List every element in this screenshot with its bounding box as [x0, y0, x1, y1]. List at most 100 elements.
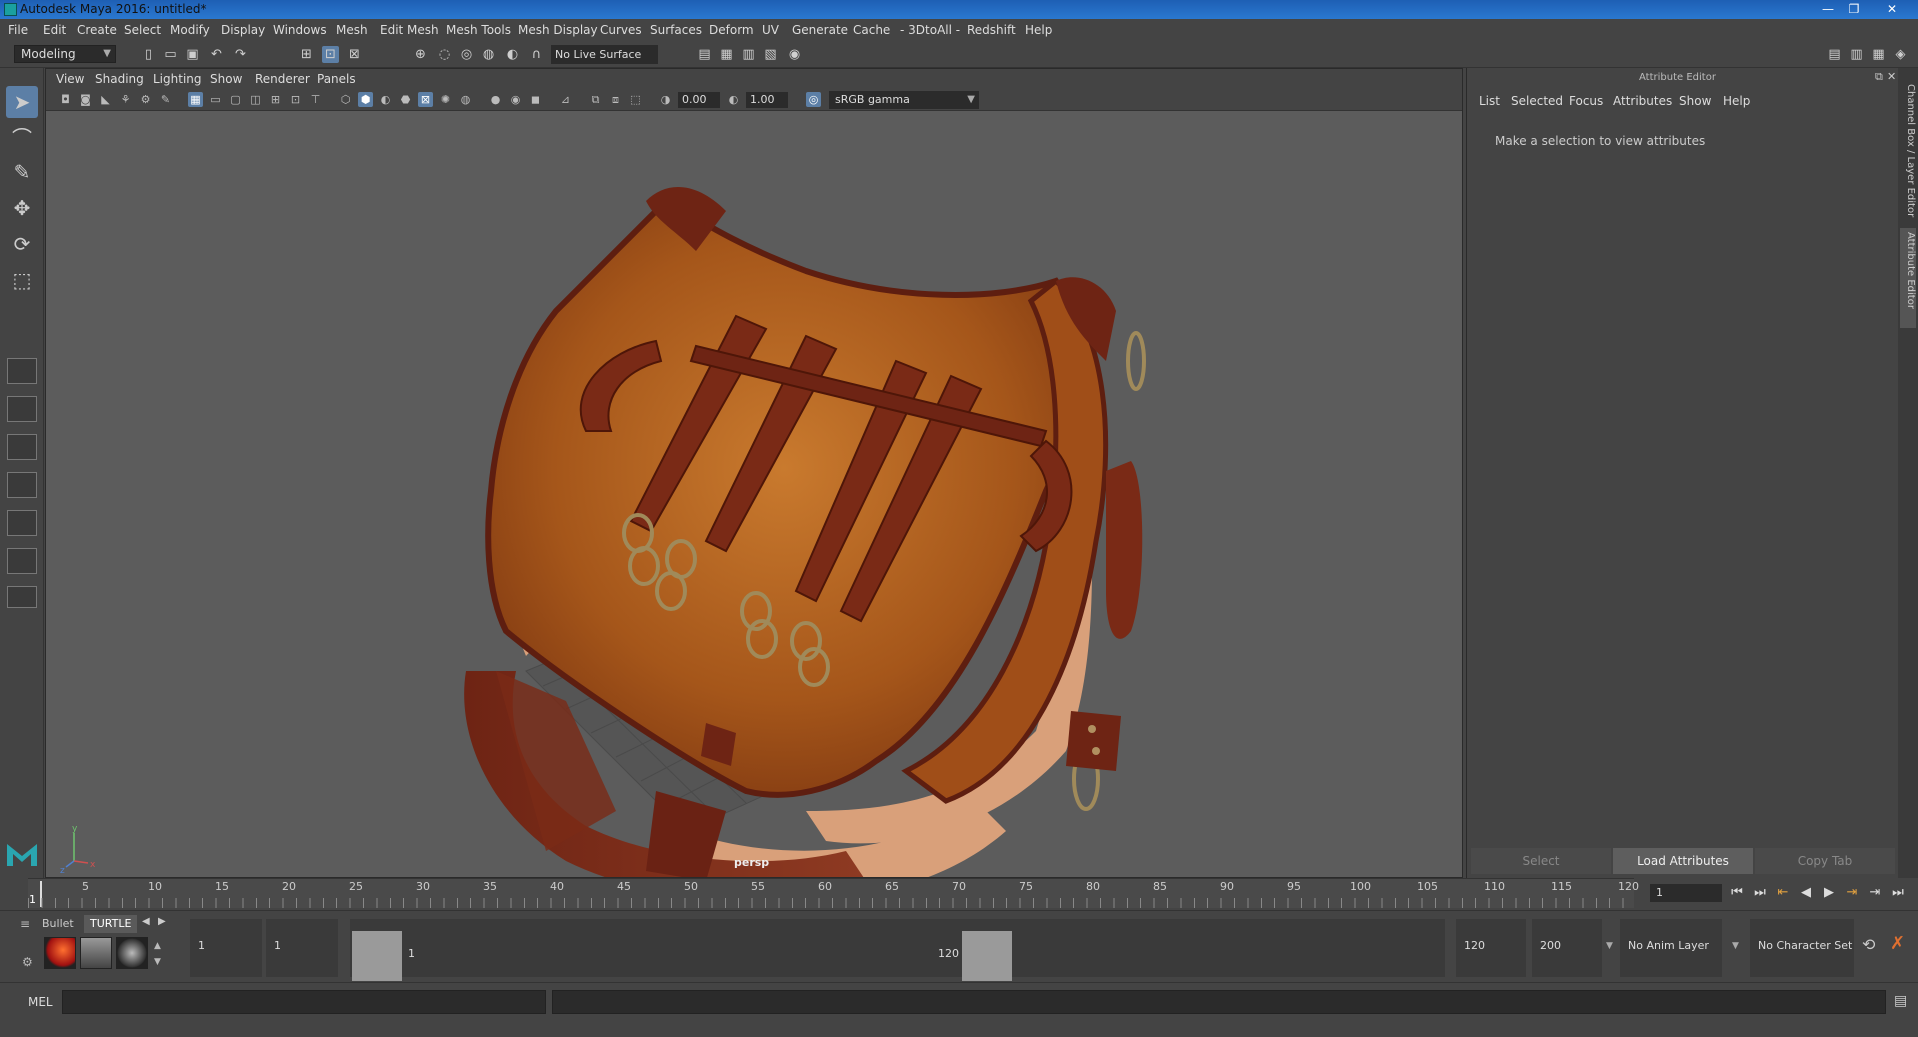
shelf-up-icon[interactable]: ▲: [154, 941, 161, 951]
shelf-scroll-right-icon[interactable]: ▶: [158, 916, 166, 927]
range-end-handle[interactable]: [962, 931, 1012, 981]
undo-icon[interactable]: ↶: [208, 46, 225, 63]
four-view-layout-icon[interactable]: [7, 396, 37, 422]
view-transform-dropdown[interactable]: sRGB gamma ▼: [829, 91, 979, 109]
exposure-field[interactable]: 0.00: [678, 92, 720, 108]
script-editor-icon[interactable]: ▤: [1894, 993, 1907, 1009]
channel-box-toggle-icon[interactable]: ▥: [1848, 46, 1865, 63]
film-gate-icon[interactable]: ▭: [208, 92, 223, 107]
anti-aliasing-icon[interactable]: ◼: [528, 92, 543, 107]
menu-modify[interactable]: Modify: [170, 23, 210, 37]
viewport-menu-shading[interactable]: Shading: [95, 72, 144, 86]
ambient-occlusion-icon[interactable]: ●: [488, 92, 503, 107]
backface-icon[interactable]: ⬚: [628, 92, 643, 107]
xray-joints-icon[interactable]: ⧈: [608, 92, 623, 107]
grid-toggle-icon[interactable]: ▦: [188, 92, 203, 107]
step-back-key-icon[interactable]: ⏭: [1751, 884, 1769, 902]
minimize-button[interactable]: —: [1818, 1, 1838, 17]
turtle-material-icon[interactable]: [116, 937, 148, 969]
gamma-icon[interactable]: ◐: [726, 92, 741, 107]
magnet-icon[interactable]: ∩: [528, 46, 545, 63]
select-hierarchy-icon[interactable]: ⊞: [298, 46, 315, 63]
menu-mesh-tools[interactable]: Mesh Tools: [446, 23, 511, 37]
menu-generate[interactable]: Generate: [792, 23, 848, 37]
rotate-tool-icon[interactable]: ⟳: [6, 228, 38, 260]
layout-options-icon[interactable]: [7, 586, 37, 608]
scale-tool-icon[interactable]: ⬚: [6, 264, 38, 296]
range-track[interactable]: 1 120: [350, 919, 1445, 981]
workspace-icon[interactable]: ▤: [1826, 46, 1843, 63]
shelf-down-icon[interactable]: ▼: [154, 957, 161, 967]
chevron-down-icon[interactable]: ▼: [1606, 941, 1613, 951]
ae-menu-show[interactable]: Show: [1679, 94, 1711, 108]
viewport-menu-lighting[interactable]: Lighting: [153, 72, 202, 86]
shelf-tab-bullet[interactable]: Bullet: [36, 915, 80, 933]
lighting-icon[interactable]: ◐: [378, 92, 393, 107]
menu-deform[interactable]: Deform: [709, 23, 754, 37]
current-frame-field[interactable]: 1: [1650, 884, 1722, 902]
shelf-tab-turtle[interactable]: TURTLE: [84, 915, 138, 933]
color-management-icon[interactable]: ◎: [806, 92, 821, 107]
exposure-icon[interactable]: ◑: [658, 92, 673, 107]
animation-start-field[interactable]: 1: [190, 919, 262, 977]
redo-icon[interactable]: ↷: [232, 46, 249, 63]
persp-graph-layout-icon[interactable]: [7, 472, 37, 498]
snap-curve-icon[interactable]: ◌: [436, 46, 453, 63]
go-to-end-icon[interactable]: ⏭: [1889, 884, 1907, 902]
range-start-handle[interactable]: [352, 931, 402, 981]
step-forward-key-icon[interactable]: ⇥: [1866, 884, 1884, 902]
command-input[interactable]: [62, 990, 546, 1014]
chevron-down-icon[interactable]: ▼: [1732, 941, 1739, 951]
mel-language-toggle[interactable]: MEL: [28, 995, 53, 1009]
gate-mask-icon[interactable]: ◫: [248, 92, 263, 107]
menu-mesh-display[interactable]: Mesh Display: [518, 23, 598, 37]
menu-display[interactable]: Display: [221, 23, 265, 37]
menu-redshift[interactable]: Redshift: [967, 23, 1016, 37]
menu-mesh[interactable]: Mesh: [336, 23, 368, 37]
turtle-render-icon[interactable]: [44, 937, 76, 969]
render-view-icon[interactable]: ▤: [696, 46, 713, 63]
tab-channel-box[interactable]: Channel Box / Layer Editor: [1900, 80, 1916, 220]
maximize-button[interactable]: ❐: [1844, 1, 1864, 17]
shelf-scroll-left-icon[interactable]: ◀: [142, 916, 150, 927]
ipr-render-icon[interactable]: ▥: [740, 46, 757, 63]
ae-menu-focus[interactable]: Focus: [1569, 94, 1603, 108]
shelf-settings-icon[interactable]: ⚙: [22, 955, 33, 969]
safe-title-icon[interactable]: ⊤: [308, 92, 323, 107]
viewport-menu-panels[interactable]: Panels: [317, 72, 356, 86]
play-backwards-icon[interactable]: ◀: [1797, 884, 1815, 902]
wireframe-on-shaded-icon[interactable]: ⬣: [398, 92, 413, 107]
lasso-tool-icon[interactable]: ⌒: [6, 122, 38, 154]
menu-file[interactable]: File: [8, 23, 28, 37]
camera-attributes-icon[interactable]: ◙: [78, 92, 93, 107]
open-scene-icon[interactable]: ▭: [162, 46, 179, 63]
auto-key-icon[interactable]: ⟲: [1862, 935, 1875, 954]
use-lights-icon[interactable]: ✺: [438, 92, 453, 107]
grease-pencil-icon[interactable]: ✎: [158, 92, 173, 107]
menu-set-dropdown[interactable]: Modeling ▼: [14, 45, 116, 63]
load-attributes-button[interactable]: Load Attributes: [1613, 848, 1753, 874]
two-d-pan-icon[interactable]: ⚙: [138, 92, 153, 107]
playback-start-field[interactable]: 1: [266, 919, 338, 977]
single-perspective-layout-icon[interactable]: [7, 358, 37, 384]
time-slider[interactable]: 1 5 10 15 20 25 30 35 40 45 50 55 60 65 …: [28, 878, 1639, 908]
go-to-start-icon[interactable]: ⏮: [1728, 884, 1746, 902]
snap-grid-icon[interactable]: ⊕: [412, 46, 429, 63]
menu-surfaces[interactable]: Surfaces: [650, 23, 702, 37]
animation-end-field[interactable]: 200: [1532, 919, 1602, 977]
smooth-shade-icon[interactable]: ⬢: [358, 92, 373, 107]
bookmark-icon[interactable]: ◣: [98, 92, 113, 107]
select-component-icon[interactable]: ⊠: [346, 46, 363, 63]
menu-select[interactable]: Select: [124, 23, 161, 37]
ae-menu-attributes[interactable]: Attributes: [1613, 94, 1672, 108]
camera-select-icon[interactable]: ◘: [58, 92, 73, 107]
copy-tab-button[interactable]: Copy Tab: [1755, 848, 1895, 874]
viewport-menu-renderer[interactable]: Renderer: [255, 72, 310, 86]
xray-icon[interactable]: ⧉: [588, 92, 603, 107]
resolution-gate-icon[interactable]: ▢: [228, 92, 243, 107]
menu-cache[interactable]: Cache: [853, 23, 890, 37]
field-chart-icon[interactable]: ⊞: [268, 92, 283, 107]
move-tool-icon[interactable]: ✥: [6, 192, 38, 224]
menu-3dtoall[interactable]: - 3DtoAll -: [900, 23, 960, 37]
menu-windows[interactable]: Windows: [273, 23, 327, 37]
